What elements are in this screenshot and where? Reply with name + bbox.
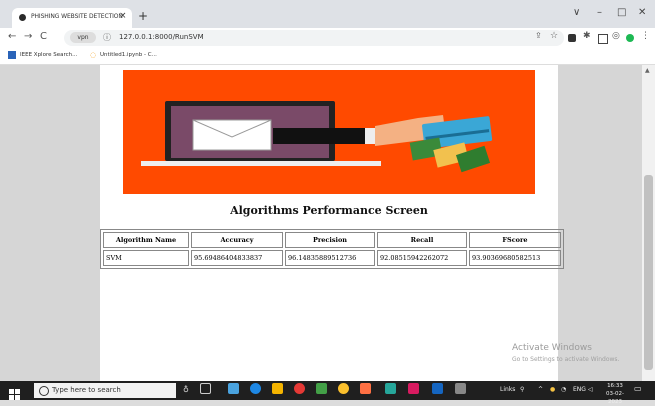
- cell-accuracy: 95.69486404833837: [191, 250, 283, 266]
- bookmark-star-icon[interactable]: ☆: [550, 31, 558, 41]
- edge-icon[interactable]: [250, 383, 261, 394]
- search-placeholder: Type here to search: [52, 386, 121, 394]
- header-recall: Recall: [377, 232, 467, 248]
- vpn-badge-icon[interactable]: vpn: [70, 32, 96, 43]
- notifications-icon[interactable]: ▭: [634, 384, 642, 393]
- page-title: Algorithms Performance Screen: [230, 204, 428, 217]
- links-toolbar[interactable]: Links: [500, 386, 515, 393]
- taskbar-app-icon[interactable]: [385, 383, 396, 394]
- taskbar-app-icon[interactable]: [360, 383, 371, 394]
- jupyter-favicon-icon: ◌: [90, 51, 97, 59]
- header-algorithm-name: Algorithm Name: [103, 232, 189, 248]
- table-header-row: Algorithm Name Accuracy Precision Recall…: [103, 232, 561, 248]
- tab-search-icon[interactable]: ∨: [573, 7, 580, 18]
- network-icon[interactable]: ◔: [561, 386, 566, 393]
- weather-icon[interactable]: ●: [550, 386, 555, 393]
- activate-windows-title: Activate Windows: [512, 343, 592, 353]
- volume-icon[interactable]: ◁: [588, 386, 593, 393]
- puzzle-icon[interactable]: ✱: [583, 31, 591, 41]
- taskbar-app-icon[interactable]: [316, 383, 327, 394]
- site-favicon-icon: [19, 14, 26, 21]
- info-icon[interactable]: ⓘ: [103, 32, 111, 43]
- reload-icon[interactable]: C: [40, 31, 47, 42]
- show-hidden-icons-icon[interactable]: ^: [538, 386, 543, 393]
- tab-title: PHISHING WEBSITE DETECTION: [31, 13, 123, 20]
- bookmark-ieee[interactable]: IEEE Xplore Search...: [20, 52, 77, 58]
- header-fscore: FScore: [469, 232, 561, 248]
- forward-icon[interactable]: →: [24, 31, 32, 42]
- clock[interactable]: 16:33 03-02-2023: [602, 382, 628, 406]
- language-icon[interactable]: ENG: [573, 386, 586, 393]
- close-window-button[interactable]: ✕: [638, 7, 646, 18]
- sidebar-icon[interactable]: [598, 34, 608, 44]
- back-icon[interactable]: ←: [8, 31, 16, 42]
- profile-icon[interactable]: ◎: [612, 31, 620, 41]
- taskbar-app-icon[interactable]: [294, 383, 305, 394]
- taskbar-app-icon[interactable]: [432, 383, 443, 394]
- scrollbar-thumb[interactable]: [644, 175, 653, 370]
- ieee-favicon-icon: [8, 51, 16, 59]
- maximize-button[interactable]: □: [617, 7, 626, 18]
- activate-windows-subtitle: Go to Settings to activate Windows.: [512, 356, 620, 363]
- url-text[interactable]: 127.0.0.1:8000/RunSVM: [119, 33, 204, 41]
- search-icon: [39, 386, 49, 396]
- new-tab-button[interactable]: +: [138, 9, 148, 23]
- close-tab-icon[interactable]: ×: [119, 11, 127, 21]
- taskbar-app-icon[interactable]: [455, 383, 466, 394]
- menu-icon[interactable]: ⋮: [641, 31, 650, 41]
- clock-date: 03-02-2023: [606, 391, 624, 405]
- cell-precision: 96.14835889512736: [285, 250, 375, 266]
- taskbar-app-icon[interactable]: [228, 383, 239, 394]
- cell-recall: 92.08515942262072: [377, 250, 467, 266]
- start-windows-icon[interactable]: [9, 385, 20, 400]
- file-explorer-icon[interactable]: [272, 383, 283, 394]
- minimize-button[interactable]: –: [597, 7, 602, 18]
- scroll-up-icon[interactable]: ▲: [645, 67, 650, 74]
- header-accuracy: Accuracy: [191, 232, 283, 248]
- cell-algorithm-name: SVM: [103, 250, 189, 266]
- cell-fscore: 93.90369680582513: [469, 250, 561, 266]
- chrome-icon[interactable]: [338, 383, 349, 394]
- shield-icon[interactable]: [626, 34, 634, 42]
- table-row: SVM 95.69486404833837 96.14835889512736 …: [103, 250, 561, 266]
- people-icon[interactable]: ⚲: [520, 386, 524, 393]
- microphone-icon[interactable]: ♁: [183, 385, 189, 394]
- clock-time: 16:33: [607, 383, 623, 389]
- bookmark-untitled[interactable]: Untitled1.ipynb - C...: [100, 52, 157, 58]
- phishing-banner-image: [123, 70, 535, 194]
- extension-icon[interactable]: [568, 34, 576, 42]
- bookmarks-bar: [0, 48, 655, 65]
- results-table: Algorithm Name Accuracy Precision Recall…: [100, 229, 564, 269]
- taskbar-app-icon[interactable]: [408, 383, 419, 394]
- task-view-icon[interactable]: [200, 383, 211, 394]
- browser-tab[interactable]: PHISHING WEBSITE DETECTION ×: [12, 8, 132, 28]
- header-precision: Precision: [285, 232, 375, 248]
- share-icon[interactable]: ⇪: [535, 31, 542, 40]
